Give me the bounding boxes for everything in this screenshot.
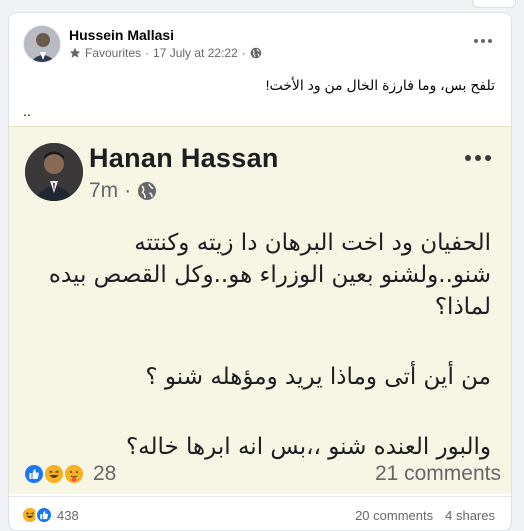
meta-separator: · (145, 46, 150, 60)
shared-author-avatar (25, 143, 83, 201)
caption-ellipsis: .. (23, 103, 31, 119)
like-icon (23, 463, 45, 485)
comments-count[interactable]: 20 comments (355, 508, 433, 523)
shared-post-time: 7m (89, 179, 119, 202)
shared-reactions: 28 (23, 462, 116, 486)
shared-post-meta: 7m · (89, 179, 157, 203)
more-icon (474, 39, 478, 43)
text-line: الحفيان ود اخت البرهان دا زيته وكنتته (134, 230, 491, 256)
star-icon (69, 47, 81, 59)
post-card: Hussein Mallasi Favourites · 17 July at … (8, 12, 512, 531)
shared-reaction-count: 28 (93, 462, 117, 485)
shared-post-text: الحفيان ود اخت البرهان دا زيته وكنتته شن… (21, 227, 491, 463)
meta-separator: · (124, 179, 132, 202)
globe-icon (250, 47, 262, 59)
audience-label[interactable]: Favourites (85, 46, 141, 60)
meta-separator: · (241, 46, 246, 60)
text-line: والبور العنده شنو ،،بس انه ابرها خاله؟ (125, 434, 491, 460)
text-line: شنو..ولشنو بعين الوزراء هو..وكل القصص بي… (48, 262, 491, 288)
engagement-stats: 20 comments 4 shares (355, 508, 495, 523)
post-header: Hussein Mallasi Favourites · 17 July at … (9, 13, 511, 67)
author-avatar[interactable] (23, 25, 61, 63)
shares-count[interactable]: 4 shares (445, 508, 495, 523)
top-strip (0, 0, 524, 10)
haha-icon (43, 463, 65, 485)
post-timestamp[interactable]: 17 July at 22:22 (153, 46, 238, 60)
shared-post-image[interactable]: Hanan Hassan 7m · الحفيان ود اخت البرهان… (9, 126, 511, 494)
author-name[interactable]: Hussein Mallasi (69, 27, 174, 43)
post-meta: Favourites · 17 July at 22:22 · (69, 46, 262, 60)
more-options-button[interactable] (469, 31, 497, 51)
more-icon (463, 155, 493, 161)
globe-icon (137, 181, 157, 201)
shared-comments-count: 21 comments (374, 462, 501, 485)
text-line: لماذا؟ (434, 294, 491, 320)
reaction-count[interactable]: 438 (57, 508, 79, 523)
care-icon (63, 463, 85, 485)
like-icon (35, 506, 53, 524)
shared-author-name: Hanan Hassan (89, 143, 279, 173)
post-stats-bar: 438 20 comments 4 shares (9, 496, 511, 530)
previous-post-edge (472, 0, 516, 8)
reactions-summary[interactable]: 438 (21, 506, 79, 524)
post-caption: تلفح بس، وما فارزة الخال من ود الأخت! (265, 77, 495, 93)
text-line: من أين أتى وماذا يريد ومؤهله شنو ؟ (145, 364, 491, 390)
